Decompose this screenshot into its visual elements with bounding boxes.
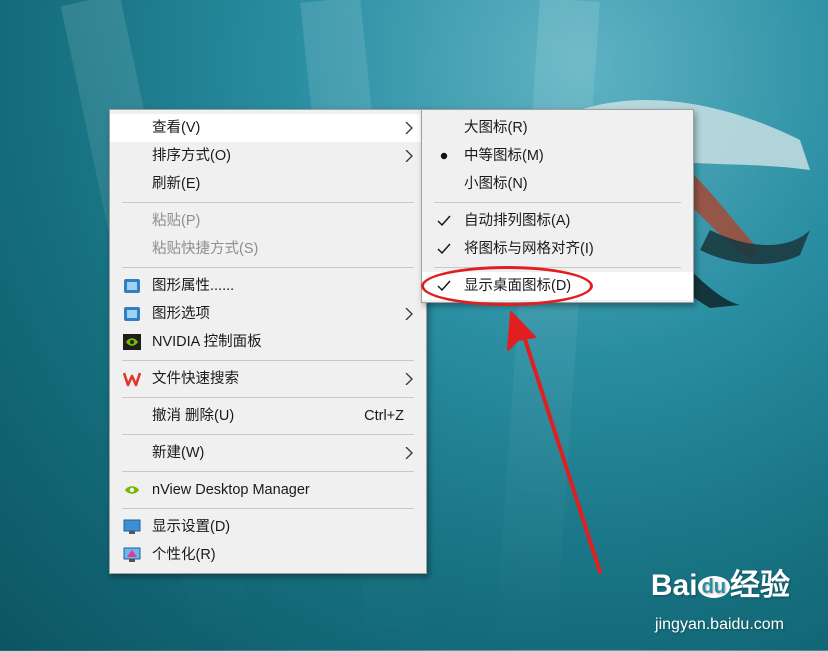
- watermark-brand-left: Bai: [650, 569, 698, 602]
- watermark-url: jingyan.baidu.com: [655, 616, 784, 633]
- watermark-brand-mid: du: [697, 575, 730, 598]
- annotation-arrow: [507, 311, 602, 574]
- watermark-brand-right: 经验: [730, 569, 790, 602]
- baidu-jingyan-watermark: Bai du 经验: [651, 560, 790, 604]
